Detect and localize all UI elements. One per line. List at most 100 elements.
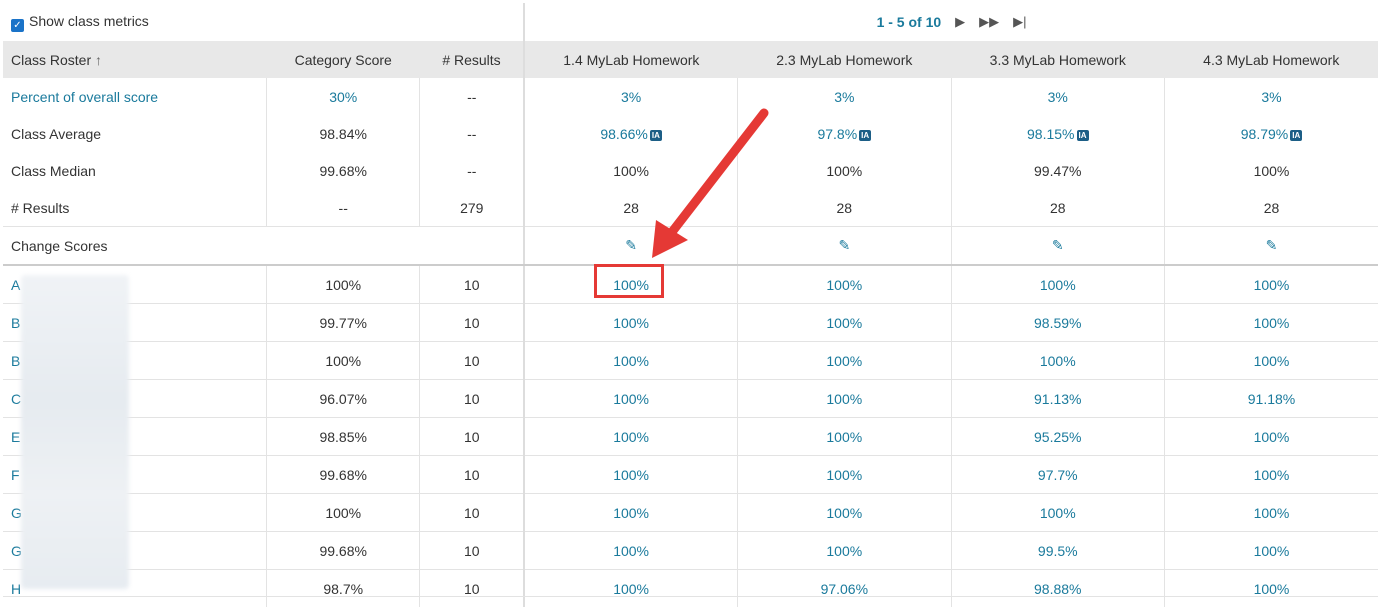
metric-category: 99.68% xyxy=(267,152,420,189)
pencil-icon[interactable]: ✎ xyxy=(838,237,850,253)
student-score[interactable]: 100% xyxy=(738,380,951,418)
roster-header[interactable]: Class Roster ↑ xyxy=(3,41,267,78)
assignment-header[interactable]: 3.3 MyLab Homework xyxy=(951,41,1164,78)
pencil-icon[interactable]: ✎ xyxy=(1266,237,1278,253)
metric-value-cell[interactable]: 98.15%IA xyxy=(951,115,1164,152)
student-score[interactable]: 100% xyxy=(738,342,951,380)
student-score[interactable]: 100% xyxy=(524,304,737,342)
pencil-icon[interactable]: ✎ xyxy=(625,237,637,253)
metric-value[interactable]: 3% xyxy=(951,78,1164,115)
student-category-score: 100% xyxy=(267,265,420,304)
highlight-box xyxy=(594,264,664,298)
student-score[interactable]: 100% xyxy=(1164,418,1378,456)
edit-scores-button[interactable]: ✎ xyxy=(1164,227,1378,266)
student-score[interactable]: 91.13% xyxy=(951,380,1164,418)
student-score[interactable]: 99.5% xyxy=(951,532,1164,570)
student-score[interactable]: 100% xyxy=(1164,494,1378,532)
metric-value[interactable]: 3% xyxy=(738,78,951,115)
student-score[interactable]: 100% xyxy=(951,342,1164,380)
student-score[interactable]: 100% xyxy=(951,265,1164,304)
show-metrics-checkbox[interactable]: ✓ xyxy=(11,19,24,32)
student-category-score: 98.7% xyxy=(267,570,420,607)
student-score[interactable]: 100% xyxy=(1164,456,1378,494)
student-score[interactable]: 100% xyxy=(1164,570,1378,607)
student-row: C96.07%10100%100%91.13%91.18% xyxy=(3,380,1378,418)
student-name-link[interactable]: E xyxy=(11,429,20,445)
student-score[interactable]: 100% xyxy=(524,532,737,570)
student-results: 10 xyxy=(420,342,524,380)
sort-arrow-up-icon[interactable]: ↑ xyxy=(95,52,102,68)
metric-value-cell[interactable]: 97.8%IA xyxy=(738,115,951,152)
metric-category[interactable]: 30% xyxy=(267,78,420,115)
student-score[interactable]: 100% xyxy=(1164,304,1378,342)
student-name-link[interactable]: H xyxy=(11,581,21,597)
edit-scores-button[interactable]: ✎ xyxy=(738,227,951,266)
assignment-header[interactable]: 4.3 MyLab Homework xyxy=(1164,41,1378,78)
student-score[interactable]: 100% xyxy=(524,570,737,607)
student-score[interactable]: 95.25% xyxy=(951,418,1164,456)
metric-value[interactable]: 3% xyxy=(524,78,737,115)
category-score-header[interactable]: Category Score xyxy=(267,41,420,78)
student-score[interactable]: 91.18% xyxy=(1164,380,1378,418)
metric-value: 28 xyxy=(738,189,951,227)
assignment-header[interactable]: 1.4 MyLab Homework xyxy=(524,41,737,78)
student-category-score: 96.07% xyxy=(267,380,420,418)
metric-value: 100% xyxy=(524,152,737,189)
student-score[interactable]: 100% xyxy=(524,380,737,418)
student-score[interactable]: 100% xyxy=(738,494,951,532)
student-score[interactable]: 100% xyxy=(1164,342,1378,380)
metric-value[interactable]: 97.8% xyxy=(817,126,857,142)
ia-badge: IA xyxy=(1290,130,1302,141)
student-score[interactable]: 100% xyxy=(1164,532,1378,570)
metric-value[interactable]: 98.79% xyxy=(1241,126,1288,142)
student-score[interactable]: 98.59% xyxy=(951,304,1164,342)
student-score[interactable]: 100% xyxy=(738,418,951,456)
metric-value[interactable]: 98.66% xyxy=(600,126,647,142)
student-score[interactable]: 100% xyxy=(738,304,951,342)
student-results: 10 xyxy=(420,265,524,304)
student-results: 10 xyxy=(420,304,524,342)
student-score[interactable]: 100% xyxy=(524,418,737,456)
metric-value: 99.47% xyxy=(951,152,1164,189)
student-score[interactable]: 100% xyxy=(524,456,737,494)
student-score[interactable]: 100% xyxy=(1164,265,1378,304)
next-page-icon[interactable]: ▶ xyxy=(955,14,965,30)
student-name-link[interactable]: F xyxy=(11,467,20,483)
last-page-icon[interactable]: ▶| xyxy=(1013,14,1026,30)
student-score[interactable]: 100% xyxy=(524,342,737,380)
pagination-range: 1 - 5 of 10 xyxy=(877,14,942,30)
metric-value[interactable]: 3% xyxy=(1164,78,1378,115)
percent-overall-label[interactable]: Percent of overall score xyxy=(3,78,267,115)
metric-results: 279 xyxy=(420,189,524,227)
fast-forward-icon[interactable]: ▶▶ xyxy=(979,14,999,30)
metric-category: -- xyxy=(267,189,420,227)
student-name-link[interactable]: A xyxy=(11,277,20,293)
show-metrics-toggle[interactable]: ✓Show class metrics xyxy=(11,13,149,29)
student-name-link[interactable]: B xyxy=(11,315,20,331)
edit-scores-button[interactable]: ✎ xyxy=(951,227,1164,266)
student-score[interactable]: 100% xyxy=(738,532,951,570)
student-row: H98.7%10100%97.06%98.88%100% xyxy=(3,570,1378,607)
metric-value[interactable]: 98.15% xyxy=(1027,126,1074,142)
student-score[interactable]: 100% xyxy=(524,494,737,532)
results-header[interactable]: # Results xyxy=(420,41,524,78)
metric-value-cell[interactable]: 98.66%IA xyxy=(524,115,737,152)
student-row: F99.68%10100%100%97.7%100% xyxy=(3,456,1378,494)
metric-value-cell[interactable]: 98.79%IA xyxy=(1164,115,1378,152)
student-score[interactable]: 97.06% xyxy=(738,570,951,607)
student-category-score: 98.85% xyxy=(267,418,420,456)
assignment-header[interactable]: 2.3 MyLab Homework xyxy=(738,41,951,78)
metric-results: -- xyxy=(420,152,524,189)
metric-row: Class Median 99.68% -- 100% 100% 99.47% … xyxy=(3,152,1378,189)
student-score[interactable]: 97.7% xyxy=(951,456,1164,494)
edit-scores-button[interactable]: ✎ xyxy=(524,227,737,266)
student-score[interactable]: 100% xyxy=(738,265,951,304)
student-score[interactable]: 100% xyxy=(738,456,951,494)
student-row: A100%10100%100%100%100% xyxy=(3,265,1378,304)
student-name-link[interactable]: B xyxy=(11,353,20,369)
student-score[interactable]: 98.88% xyxy=(951,570,1164,607)
student-name-link[interactable]: C xyxy=(11,391,21,407)
student-score[interactable]: 100% xyxy=(951,494,1164,532)
pencil-icon[interactable]: ✎ xyxy=(1052,237,1064,253)
student-results: 10 xyxy=(420,494,524,532)
